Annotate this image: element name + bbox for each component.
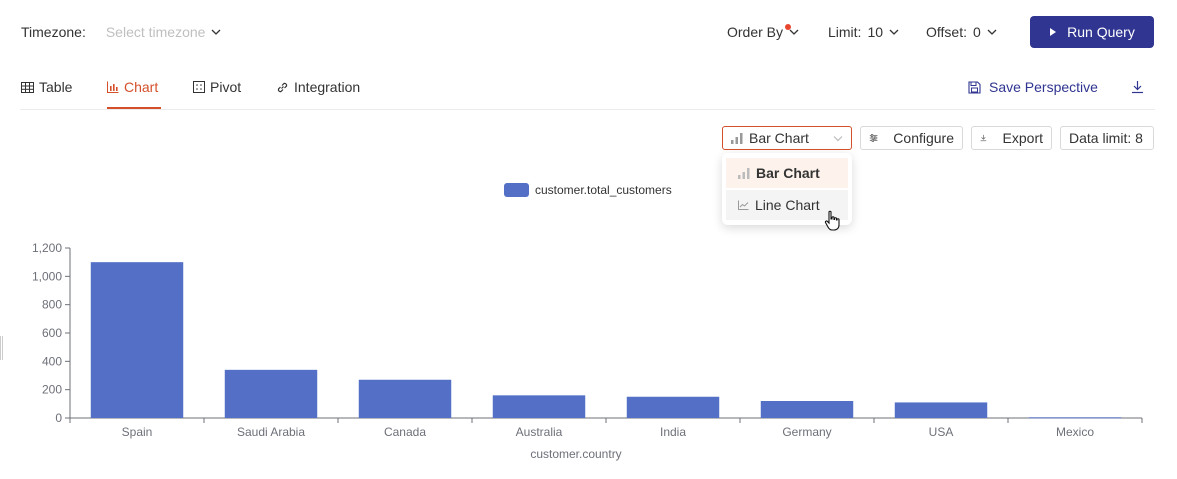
x-tick-label: Spain — [122, 425, 153, 439]
limit-value: 10 — [867, 24, 884, 40]
x-tick-label: Australia — [516, 425, 563, 439]
resize-handle[interactable] — [0, 336, 3, 360]
hand-cursor-icon — [824, 210, 840, 231]
bar-chart-icon — [731, 132, 743, 144]
order-by-label: Order By — [727, 24, 784, 40]
y-tick-label: 600 — [42, 326, 62, 340]
export-button[interactable]: Export — [971, 126, 1052, 150]
bar — [90, 262, 184, 418]
timezone-label: Timezone: — [21, 24, 86, 40]
tab-pivot[interactable]: Pivot — [193, 78, 241, 96]
table-icon — [21, 81, 34, 93]
save-perspective-label: Save Perspective — [989, 79, 1098, 95]
offset-dropdown[interactable]: Offset: 0 — [926, 23, 997, 41]
chart-type-select[interactable]: Bar Chart — [722, 126, 852, 150]
tab-table-label: Table — [39, 79, 73, 95]
dropdown-option-bar-chart[interactable]: Bar Chart — [726, 158, 848, 188]
bar — [760, 401, 854, 418]
timezone-select[interactable]: Select timezone — [106, 24, 206, 40]
x-tick-label: Germany — [782, 425, 831, 439]
chevron-down-icon — [987, 29, 997, 35]
y-tick-label: 0 — [55, 411, 62, 425]
tab-integration[interactable]: Integration — [276, 78, 360, 96]
legend-swatch — [504, 183, 529, 197]
sliders-icon — [869, 134, 878, 142]
x-tick-label: USA — [929, 425, 954, 439]
chevron-down-icon — [789, 29, 799, 35]
bar — [1028, 417, 1122, 419]
y-tick-label: 200 — [42, 383, 62, 397]
run-query-label: Run Query — [1067, 24, 1135, 40]
x-tick-label: Mexico — [1056, 425, 1094, 439]
x-tick-label: Canada — [384, 425, 426, 439]
bar — [626, 396, 720, 418]
limit-label: Limit: — [828, 24, 862, 40]
order-by-indicator — [785, 24, 791, 30]
tabs-divider — [20, 109, 1155, 110]
x-axis-label: customer.country — [530, 447, 621, 461]
pivot-icon — [193, 81, 205, 93]
save-icon — [968, 80, 981, 94]
export-label: Export — [1002, 130, 1043, 146]
limit-dropdown[interactable]: Limit: 10 — [828, 23, 899, 41]
download-icon[interactable] — [1131, 80, 1144, 94]
chevron-down-icon — [889, 29, 899, 35]
bar — [224, 369, 318, 418]
chevron-down-icon — [211, 29, 221, 35]
chart-legend[interactable]: customer.total_customers — [504, 183, 672, 197]
bar-chart: 0 200 400 600 800 1,000 1,200 Spain Saudi Arabia… — [32, 241, 1143, 461]
tab-integration-label: Integration — [294, 79, 361, 95]
timezone-field[interactable]: Timezone: Select timezone — [21, 23, 221, 41]
y-tick-label: 1,000 — [32, 269, 62, 283]
bar — [358, 379, 452, 418]
tab-pivot-label: Pivot — [210, 79, 242, 95]
run-query-button[interactable]: Run Query — [1030, 16, 1154, 48]
offset-value: 0 — [972, 24, 981, 40]
x-tick-label: Saudi Arabia — [237, 425, 305, 439]
legend-label: customer.total_customers — [535, 183, 672, 197]
chevron-down-icon — [833, 135, 843, 141]
configure-button[interactable]: Configure — [860, 126, 963, 150]
download-icon — [980, 134, 987, 142]
data-limit-label: Data limit: 8 — [1069, 130, 1143, 146]
x-tick-label: India — [660, 425, 686, 439]
y-tick-label: 800 — [42, 298, 62, 312]
link-icon — [277, 82, 288, 92]
tab-table[interactable]: Table — [21, 78, 72, 96]
line-chart-icon — [738, 200, 749, 210]
dropdown-option-label: Line Chart — [755, 197, 820, 213]
offset-label: Offset: — [926, 24, 967, 40]
data-limit-button[interactable]: Data limit: 8 — [1060, 126, 1154, 150]
bar-chart-icon — [107, 81, 119, 93]
bar — [492, 395, 586, 418]
dropdown-option-label: Bar Chart — [756, 165, 820, 181]
save-perspective-button[interactable]: Save Perspective — [968, 78, 1098, 96]
configure-label: Configure — [893, 130, 954, 146]
tab-chart-label: Chart — [124, 79, 159, 95]
bar — [894, 402, 988, 418]
play-icon — [1050, 28, 1057, 36]
tab-chart[interactable]: Chart — [107, 78, 158, 96]
bar-chart-icon — [738, 167, 750, 179]
chart-type-value: Bar Chart — [749, 130, 809, 146]
y-tick-label: 400 — [42, 354, 62, 368]
y-tick-label: 1,200 — [32, 241, 62, 255]
